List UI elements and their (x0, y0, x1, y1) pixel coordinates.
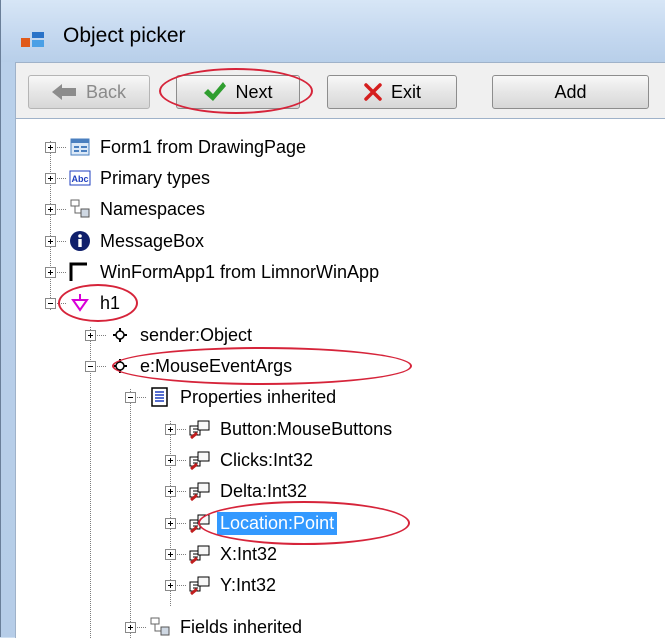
parameter-icon (109, 355, 131, 377)
abc-icon: Abc (69, 167, 91, 189)
back-button-label: Back (86, 82, 126, 103)
expand-icon[interactable] (165, 424, 176, 435)
tree-node-label: Clicks:Int32 (217, 449, 316, 472)
tree-node-h1[interactable]: h1 (45, 288, 123, 318)
tree-node-label: X:Int32 (217, 543, 280, 566)
back-button[interactable]: Back (28, 75, 150, 109)
expand-icon[interactable] (165, 549, 176, 560)
tree-node-label-selected: Location:Point (217, 512, 337, 535)
expand-icon[interactable] (165, 486, 176, 497)
expand-icon[interactable] (45, 204, 56, 215)
exit-button[interactable]: Exit (327, 75, 457, 109)
property-icon (189, 543, 211, 565)
property-icon (189, 418, 211, 440)
tree-node-label: Properties inherited (177, 386, 339, 409)
form-icon (69, 136, 91, 158)
tree-node-label: sender:Object (137, 324, 255, 347)
expand-icon[interactable] (165, 518, 176, 529)
expand-icon[interactable] (45, 236, 56, 247)
title-bar[interactable]: Object picker (1, 0, 665, 62)
exit-button-label: Exit (391, 82, 421, 103)
tree-node-label: Delta:Int32 (217, 480, 310, 503)
collapse-icon[interactable] (125, 392, 136, 403)
tree-node-label: h1 (97, 292, 123, 315)
tree-node-label: Y:Int32 (217, 574, 279, 597)
expand-icon[interactable] (165, 580, 176, 591)
tree-node-label: Primary types (97, 167, 213, 190)
close-icon (363, 82, 383, 102)
tree-node-label: Namespaces (97, 198, 208, 221)
tree-node-label: MessageBox (97, 230, 207, 253)
property-icon (189, 480, 211, 502)
tree-node-label: e:MouseEventArgs (137, 355, 295, 378)
tree-node-messagebox[interactable]: MessageBox (45, 226, 207, 256)
tree-node-label: Button:MouseButtons (217, 418, 395, 441)
toolbar: Back Next Exit Add (15, 62, 665, 119)
object-picker-window: Object picker Back Next Exit Add (0, 0, 665, 637)
tree-node-primary-types[interactable]: Abc Primary types (45, 163, 213, 193)
expand-icon[interactable] (165, 455, 176, 466)
namespace-icon (149, 616, 171, 638)
tree-node-namespaces[interactable]: Namespaces (45, 194, 208, 224)
tree-node-location-property[interactable]: Location:Point (165, 508, 337, 538)
tree-node-properties-inherited[interactable]: Properties inherited (125, 382, 339, 412)
app-window-icon (21, 30, 45, 50)
add-button-label: Add (554, 82, 586, 103)
parameter-icon (109, 324, 131, 346)
tree-node-fields-inherited[interactable]: Fields inherited (125, 612, 305, 638)
expand-icon[interactable] (125, 622, 136, 633)
expand-icon[interactable] (45, 267, 56, 278)
tree-node-e-mouseeventargs[interactable]: e:MouseEventArgs (85, 351, 295, 381)
tree-node-sender[interactable]: sender:Object (85, 320, 255, 350)
checkmark-icon (203, 81, 227, 103)
add-button[interactable]: Add (492, 75, 649, 109)
expand-icon[interactable] (45, 173, 56, 184)
collapse-icon[interactable] (85, 361, 96, 372)
info-icon (69, 230, 91, 252)
object-tree[interactable]: Form1 from DrawingPage Abc Primary types… (15, 118, 665, 638)
tree-node-delta-property[interactable]: Delta:Int32 (165, 476, 310, 506)
collapse-icon[interactable] (45, 298, 56, 309)
app-icon (69, 261, 91, 283)
next-button-label: Next (235, 82, 272, 103)
property-icon (189, 449, 211, 471)
tree-node-label: WinFormApp1 from LimnorWinApp (97, 261, 382, 284)
tree-node-form1[interactable]: Form1 from DrawingPage (45, 132, 309, 162)
tree-node-winformapp1[interactable]: WinFormApp1 from LimnorWinApp (45, 257, 382, 287)
tree-node-label: Form1 from DrawingPage (97, 136, 309, 159)
properties-icon (149, 386, 171, 408)
tree-node-button-property[interactable]: Button:MouseButtons (165, 414, 395, 444)
expand-icon[interactable] (85, 330, 96, 341)
tree-node-x-property[interactable]: X:Int32 (165, 539, 280, 569)
namespace-icon (69, 198, 91, 220)
window-title: Object picker (63, 24, 186, 48)
tree-node-label: Fields inherited (177, 616, 305, 638)
svg-text:Abc: Abc (71, 174, 88, 184)
next-button[interactable]: Next (176, 75, 300, 109)
tree-connector (130, 389, 131, 638)
property-icon (189, 512, 211, 534)
handler-icon (69, 292, 91, 314)
expand-icon[interactable] (45, 142, 56, 153)
back-arrow-icon (52, 83, 78, 101)
property-icon (189, 574, 211, 596)
tree-node-clicks-property[interactable]: Clicks:Int32 (165, 445, 316, 475)
tree-node-y-property[interactable]: Y:Int32 (165, 570, 279, 600)
